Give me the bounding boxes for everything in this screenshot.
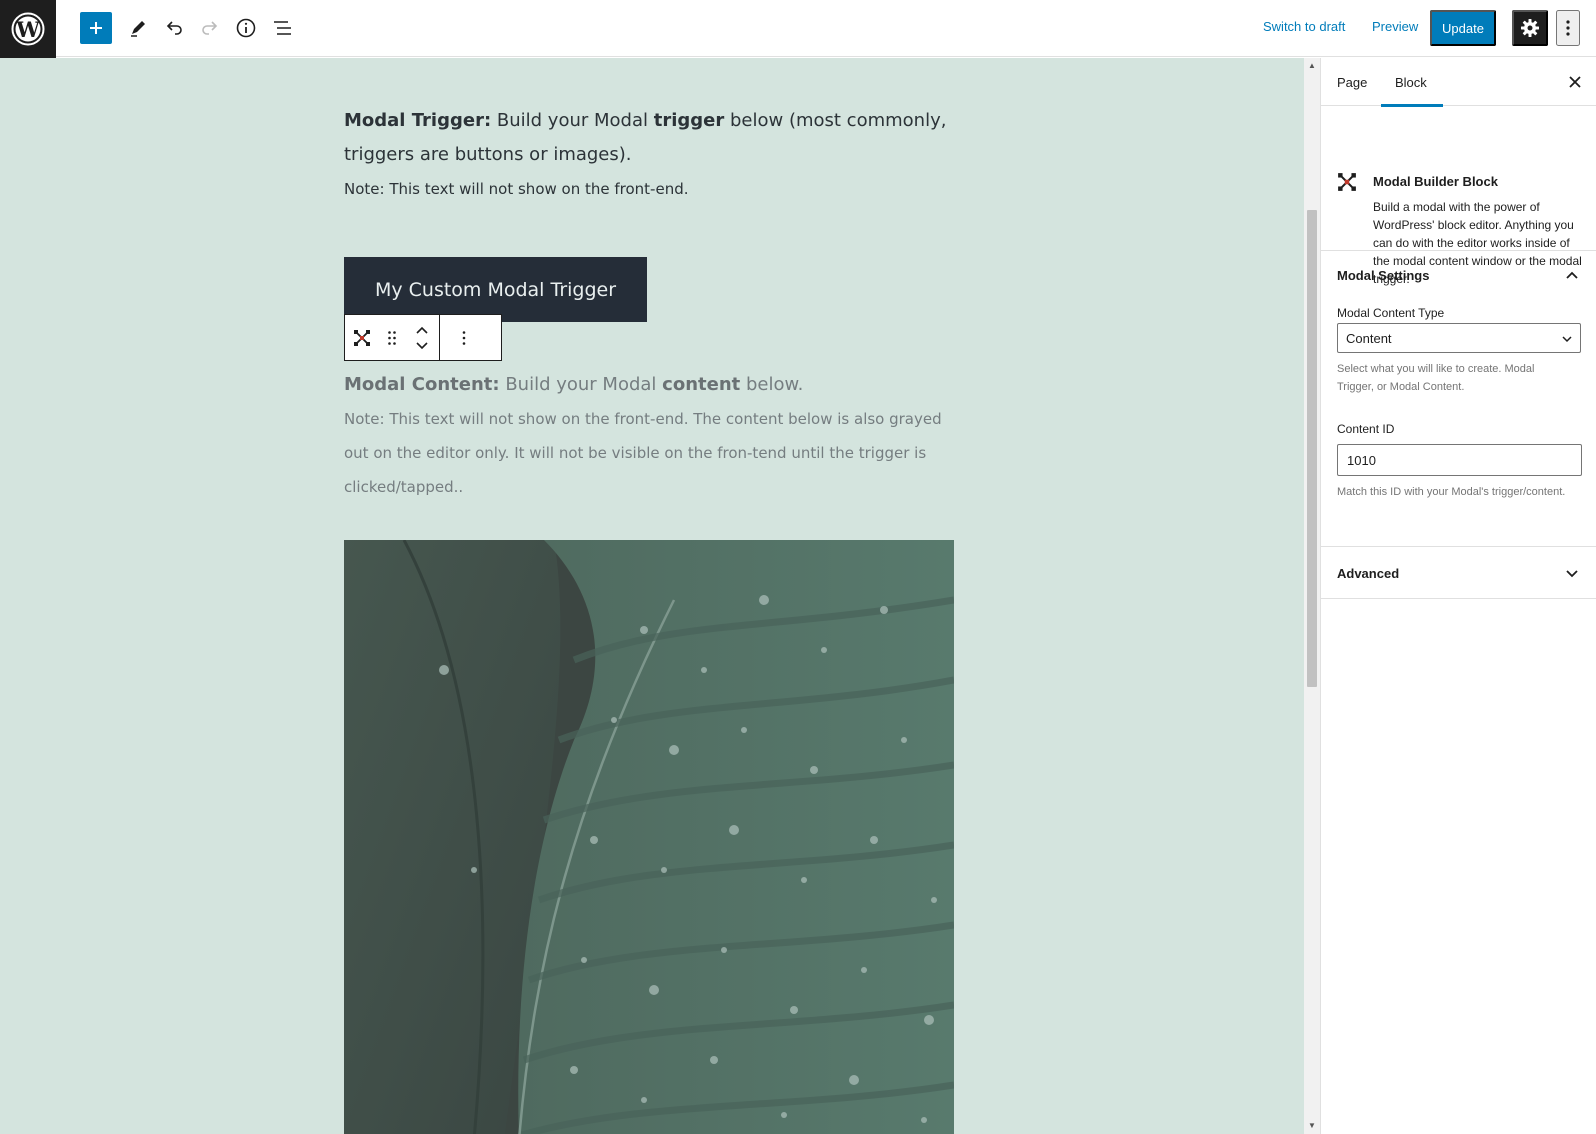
chevron-down-icon[interactable] bbox=[1565, 569, 1579, 579]
pencil-icon bbox=[131, 21, 145, 37]
wordpress-logo-icon: W bbox=[11, 12, 45, 46]
redo-button[interactable] bbox=[194, 12, 226, 44]
vertical-ellipsis-icon bbox=[462, 330, 466, 345]
wordpress-logo-button[interactable]: W bbox=[0, 0, 56, 58]
trigger-intro-bold-2: trigger bbox=[653, 110, 725, 131]
undo-button[interactable] bbox=[158, 12, 190, 44]
trigger-intro-text-1: Build your Modal bbox=[496, 110, 648, 131]
update-button[interactable]: Update bbox=[1430, 10, 1496, 46]
content-id-input[interactable]: 1010 bbox=[1337, 444, 1582, 476]
tab-block[interactable]: Block bbox=[1381, 58, 1443, 107]
plus-icon bbox=[90, 22, 102, 34]
modal-block-icon bbox=[354, 329, 370, 346]
chevron-down-icon[interactable] bbox=[415, 341, 429, 351]
gear-icon bbox=[1521, 19, 1539, 37]
advanced-panel-title[interactable]: Advanced bbox=[1337, 566, 1399, 581]
modal-settings-panel: Modal Settings Modal Content Type Conten… bbox=[1321, 251, 1596, 547]
add-block-button[interactable] bbox=[80, 12, 112, 44]
content-intro-bold-2: content bbox=[662, 374, 741, 395]
scroll-up-arrow-icon[interactable]: ▲ bbox=[1308, 62, 1316, 70]
move-block-controls bbox=[407, 315, 437, 360]
drag-handle[interactable] bbox=[377, 315, 407, 360]
drag-handle-icon bbox=[388, 330, 396, 345]
content-intro-text-1: Build your Modal bbox=[505, 374, 657, 395]
content-intro-paragraph[interactable]: Modal Content: Build your Modal content … bbox=[344, 368, 954, 402]
tools-button[interactable] bbox=[122, 12, 154, 44]
chevron-up-icon[interactable] bbox=[1565, 270, 1579, 280]
content-id-label: Content ID bbox=[1337, 422, 1395, 436]
content-id-help: Match this ID with your Modal's trigger/… bbox=[1337, 486, 1566, 498]
scrollbar-thumb[interactable] bbox=[1307, 210, 1317, 687]
preview-link[interactable]: Preview bbox=[1372, 19, 1418, 34]
info-icon bbox=[236, 18, 256, 38]
modal-trigger-button[interactable]: My Custom Modal Trigger bbox=[344, 257, 647, 322]
settings-sidebar: Page Block Modal Builder Block Build a m… bbox=[1320, 58, 1596, 1134]
content-intro-text-2: below. bbox=[745, 374, 804, 395]
redo-icon bbox=[202, 21, 218, 35]
block-toolbar bbox=[344, 314, 502, 361]
content-intro-block[interactable]: Modal Content: Build your Modal content … bbox=[344, 368, 954, 504]
trigger-intro-bold: Modal Trigger: bbox=[344, 110, 492, 131]
advanced-panel[interactable]: Advanced bbox=[1321, 547, 1596, 599]
editor-header: W Switch to draft Preview Update bbox=[0, 0, 1596, 58]
leaf-image[interactable] bbox=[344, 540, 954, 1134]
scroll-down-arrow-icon[interactable]: ▼ bbox=[1308, 1122, 1316, 1130]
settings-button[interactable] bbox=[1512, 10, 1548, 46]
tab-page[interactable]: Page bbox=[1337, 58, 1367, 106]
details-button[interactable] bbox=[230, 12, 262, 44]
chevron-down-icon bbox=[1562, 336, 1572, 343]
block-card: Modal Builder Block Build a modal with t… bbox=[1321, 106, 1596, 286]
list-view-button[interactable] bbox=[266, 12, 298, 44]
block-type-button[interactable] bbox=[347, 315, 377, 360]
svg-text:W: W bbox=[15, 17, 40, 42]
modal-settings-panel-title[interactable]: Modal Settings bbox=[1337, 268, 1429, 283]
content-type-select[interactable]: Content bbox=[1337, 323, 1581, 353]
canvas-scrollbar[interactable]: ▲ ▼ bbox=[1304, 58, 1320, 1134]
block-options-button[interactable] bbox=[440, 315, 488, 360]
list-view-icon bbox=[274, 21, 291, 35]
chevron-up-icon[interactable] bbox=[415, 325, 429, 335]
block-card-title: Modal Builder Block bbox=[1373, 174, 1498, 189]
undo-icon bbox=[166, 21, 182, 35]
modal-block-icon bbox=[1338, 173, 1356, 191]
sidebar-tabs: Page Block bbox=[1321, 58, 1596, 107]
content-type-help: Select what you will like to create. Mod… bbox=[1337, 363, 1535, 393]
close-sidebar-button[interactable] bbox=[1565, 72, 1585, 92]
content-type-label: Modal Content Type bbox=[1337, 306, 1445, 320]
trigger-note-paragraph[interactable]: Note: This text will not show on the fro… bbox=[344, 172, 954, 206]
trigger-intro-block[interactable]: Modal Trigger: Build your Modal trigger … bbox=[344, 104, 954, 206]
editor-canvas[interactable]: Modal Trigger: Build your Modal trigger … bbox=[0, 58, 1304, 1134]
content-intro-bold: Modal Content: bbox=[344, 374, 500, 395]
vertical-ellipsis-icon bbox=[1566, 20, 1570, 36]
more-options-button[interactable] bbox=[1556, 10, 1580, 46]
close-icon bbox=[1569, 76, 1581, 88]
trigger-intro-paragraph[interactable]: Modal Trigger: Build your Modal trigger … bbox=[344, 104, 954, 172]
content-type-selected: Content bbox=[1346, 330, 1392, 346]
switch-to-draft-link[interactable]: Switch to draft bbox=[1263, 19, 1345, 34]
content-note-paragraph[interactable]: Note: This text will not show on the fro… bbox=[344, 402, 954, 504]
leaf-photo bbox=[344, 540, 954, 1134]
